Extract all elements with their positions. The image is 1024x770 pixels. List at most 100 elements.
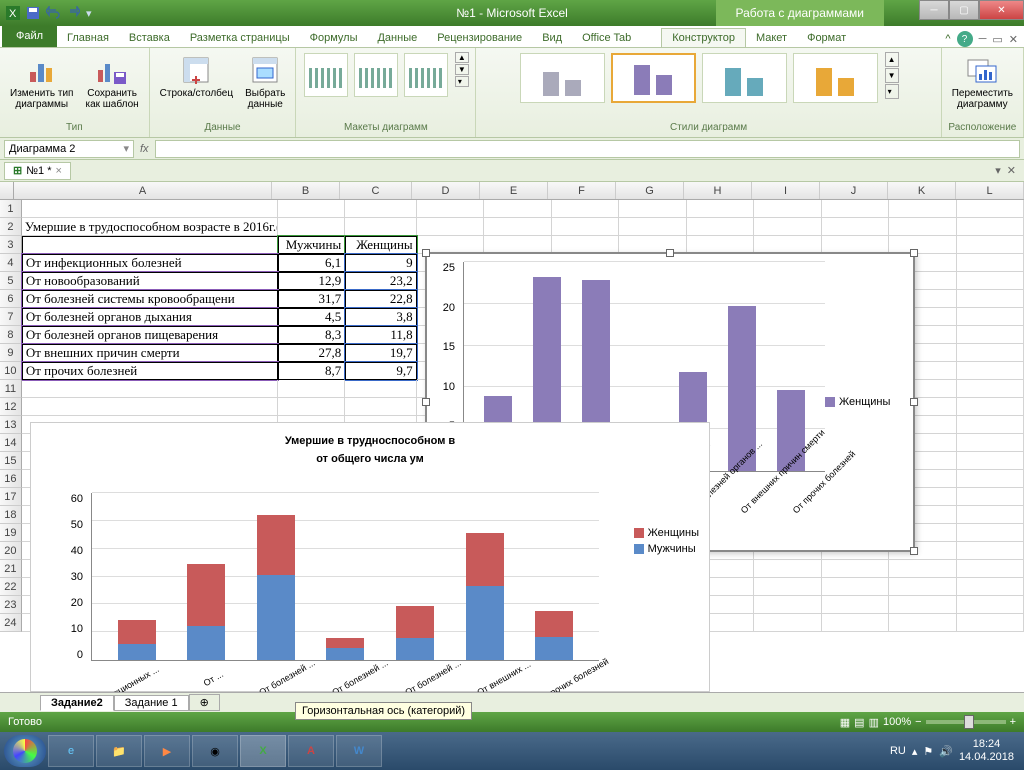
cell[interactable] (889, 596, 956, 614)
cell[interactable] (278, 200, 345, 218)
style-more-icon[interactable]: ▾ (885, 84, 899, 99)
sheet-tab-2[interactable]: Задание 1 (114, 695, 189, 711)
taskbar-explorer[interactable]: 📁 (96, 735, 142, 767)
tab-data[interactable]: Данные (367, 29, 427, 47)
chart2-stacked-bar[interactable] (118, 620, 156, 660)
cell[interactable] (957, 578, 1024, 596)
cell[interactable]: От болезней системы кровообращени (22, 290, 278, 308)
cell[interactable] (957, 254, 1024, 272)
cell[interactable] (552, 200, 619, 218)
col-header-J[interactable]: J (820, 182, 888, 199)
help-icon[interactable]: ? (957, 31, 973, 47)
name-box-dropdown-icon[interactable]: ▾ (123, 142, 129, 155)
cell[interactable] (957, 290, 1024, 308)
cell[interactable] (484, 200, 551, 218)
doc-tabs-dropdown-icon[interactable]: ▾ (995, 164, 1001, 177)
row-header[interactable]: 12 (0, 398, 22, 416)
zoom-level[interactable]: 100% (883, 716, 911, 728)
cell[interactable]: 6,1 (278, 254, 345, 272)
worksheet-area[interactable]: ABCDEFGHIJKL 12Умершие в трудоспособном … (0, 182, 1024, 692)
cell[interactable]: 9 (345, 254, 416, 272)
cell[interactable]: Женщины (345, 236, 416, 254)
cell[interactable] (957, 506, 1024, 524)
view-page-break-icon[interactable]: ▥ (869, 716, 879, 729)
tab-design[interactable]: Конструктор (661, 28, 746, 47)
cell[interactable]: 4,5 (278, 308, 345, 326)
cell[interactable] (687, 200, 754, 218)
chart2-stacked-bar[interactable] (535, 611, 573, 660)
row-header[interactable]: 18 (0, 506, 22, 524)
cell[interactable] (417, 200, 484, 218)
cell[interactable] (754, 200, 821, 218)
tray-show-hidden-icon[interactable]: ▴ (912, 745, 918, 758)
cell[interactable]: Мужчины (278, 236, 345, 254)
cell[interactable] (957, 596, 1024, 614)
taskbar-access[interactable]: A (288, 735, 334, 767)
cell[interactable] (957, 200, 1024, 218)
zoom-out-button[interactable]: − (915, 716, 921, 728)
tab-layout[interactable]: Макет (746, 29, 797, 47)
style-scroll-down-icon[interactable]: ▼ (885, 68, 899, 83)
chart2-plot-area[interactable] (91, 493, 599, 661)
cell[interactable] (957, 560, 1024, 578)
change-chart-type-button[interactable]: Изменить типдиаграммы (6, 52, 77, 112)
chart-layout-3[interactable] (404, 53, 448, 97)
row-header[interactable]: 8 (0, 326, 22, 344)
cell[interactable]: От болезней органов дыхания (22, 308, 278, 326)
cell[interactable] (957, 344, 1024, 362)
cell[interactable]: 3,8 (345, 308, 416, 326)
cell[interactable]: 12,9 (278, 272, 345, 290)
row-header[interactable]: 19 (0, 524, 22, 542)
formula-input[interactable] (155, 140, 1020, 158)
mdi-restore-icon[interactable]: ▭ (992, 33, 1002, 46)
cell[interactable] (957, 434, 1024, 452)
chart-style-4[interactable] (793, 53, 878, 103)
taskbar-ie[interactable]: e (48, 735, 94, 767)
cell[interactable]: 8,7 (278, 362, 345, 380)
row-header[interactable]: 11 (0, 380, 22, 398)
cell[interactable] (278, 218, 345, 236)
col-header-B[interactable]: B (272, 182, 340, 199)
cell[interactable] (889, 614, 956, 632)
resize-handle-w[interactable] (422, 398, 430, 406)
cell[interactable] (754, 218, 821, 236)
switch-row-column-button[interactable]: Строка/столбец (156, 52, 237, 101)
layout-scroll-up-icon[interactable]: ▲ (455, 52, 469, 63)
style-scroll-up-icon[interactable]: ▲ (885, 52, 899, 67)
row-header[interactable]: 1 (0, 200, 22, 218)
taskbar-media[interactable]: ▶ (144, 735, 190, 767)
view-normal-icon[interactable]: ▦ (840, 716, 850, 729)
cell[interactable] (22, 236, 278, 254)
cell[interactable] (278, 398, 345, 416)
col-header-D[interactable]: D (412, 182, 480, 199)
col-header-F[interactable]: F (548, 182, 616, 199)
col-header-E[interactable]: E (480, 182, 548, 199)
cell[interactable] (957, 308, 1024, 326)
cell[interactable] (889, 560, 956, 578)
col-header-C[interactable]: C (340, 182, 412, 199)
close-button[interactable]: ✕ (979, 0, 1024, 20)
fx-icon[interactable]: fx (140, 143, 149, 155)
cell[interactable] (345, 200, 416, 218)
cell[interactable] (754, 596, 821, 614)
cell[interactable]: 8,3 (278, 326, 345, 344)
col-header-L[interactable]: L (956, 182, 1024, 199)
row-header[interactable]: 7 (0, 308, 22, 326)
chart-style-1[interactable] (520, 53, 605, 103)
resize-handle-e[interactable] (910, 398, 918, 406)
cell[interactable]: 9,7 (345, 362, 416, 380)
row-header[interactable]: 6 (0, 290, 22, 308)
cell[interactable] (754, 560, 821, 578)
row-header[interactable]: 21 (0, 560, 22, 578)
layout-scroll-down-icon[interactable]: ▼ (455, 64, 469, 75)
document-tab[interactable]: ⊞ №1 * × (4, 162, 71, 180)
zoom-slider[interactable] (926, 720, 1006, 724)
resize-handle-nw[interactable] (422, 249, 430, 257)
chart-layout-1[interactable] (304, 53, 348, 97)
row-header[interactable]: 13 (0, 416, 22, 434)
cell[interactable] (957, 524, 1024, 542)
chart2-stacked-bar[interactable] (187, 564, 225, 660)
cell[interactable]: От внешних причин смерти (22, 344, 278, 362)
row-header[interactable]: 5 (0, 272, 22, 290)
cell[interactable] (957, 326, 1024, 344)
